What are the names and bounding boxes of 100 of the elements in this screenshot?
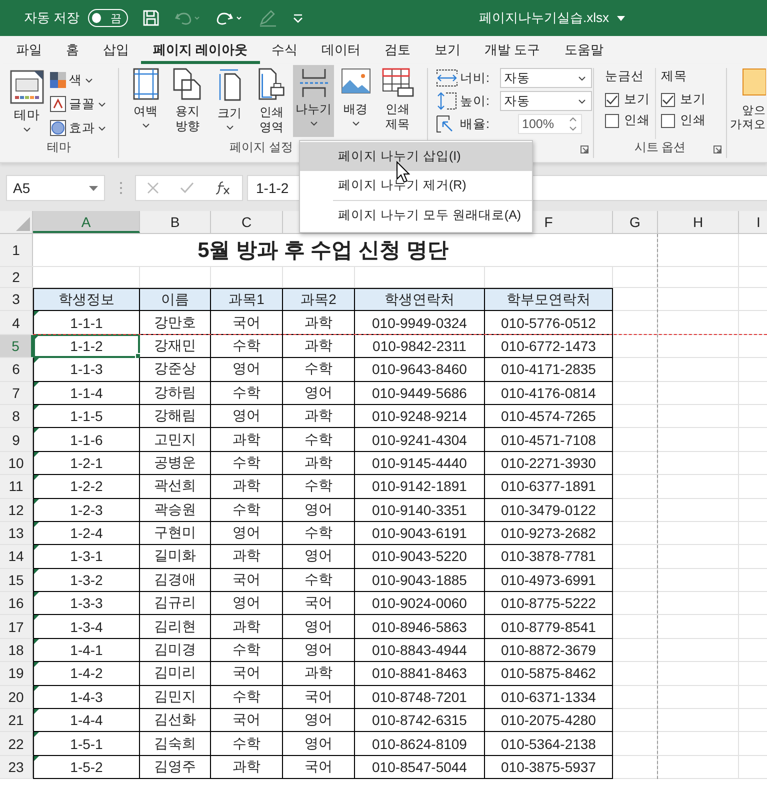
table-cell: 영어 — [283, 498, 355, 522]
table-cell: 1-1-3 — [33, 358, 140, 382]
table-cell: 010-5776-0512 — [485, 311, 613, 335]
table-cell: 국어 — [211, 311, 283, 335]
table-cell: 영어 — [283, 709, 355, 732]
table-cell: 010-3479-0122 — [485, 498, 613, 522]
table-cell: 국어 — [283, 756, 355, 780]
table-cell: 010-2075-4280 — [485, 709, 613, 732]
header-cell: 과목1 — [211, 288, 283, 312]
table-cell: 010-4176-0814 — [485, 382, 613, 405]
table-cell: 영어 — [211, 404, 283, 428]
table-cell: 공병운 — [140, 452, 211, 476]
table-cell: 1-5-2 — [33, 756, 140, 780]
table-cell: 수학 — [283, 358, 355, 382]
table-cell: 010-4571-7108 — [485, 428, 613, 452]
table-cell: 010-9140-3351 — [355, 498, 485, 522]
table-cell: 1-2-2 — [33, 475, 140, 499]
table-cell: 과학 — [283, 452, 355, 476]
table-cell: 1-1-6 — [33, 428, 140, 452]
table-cell: 강하림 — [140, 382, 211, 405]
table-cell: 010-9949-0324 — [355, 311, 485, 335]
table-cell: 수학 — [283, 522, 355, 546]
table-cell: 과학 — [211, 475, 283, 499]
table-cell: 010-8872-3679 — [485, 638, 613, 662]
table-cell: 010-2271-3930 — [485, 452, 613, 476]
option-heading: 제목 — [661, 68, 688, 85]
table-cell: 영어 — [283, 382, 355, 405]
header-cell: 학생정보 — [33, 288, 140, 312]
table-cell: 010-9842-2311 — [355, 334, 485, 358]
table-cell: 과학 — [211, 615, 283, 639]
table-cell: 국어 — [283, 592, 355, 616]
table-cell: 1-1-4 — [33, 382, 140, 405]
table-cell: 강만호 — [140, 311, 211, 335]
table-cell: 010-8547-5044 — [355, 756, 485, 780]
table-cell: 곽선희 — [140, 475, 211, 499]
table-cell: 과학 — [211, 756, 283, 780]
table-cell: 영어 — [283, 732, 355, 756]
table-cell: 길미화 — [140, 545, 211, 569]
field-label: 배율: — [460, 116, 490, 132]
table-cell: 1-3-3 — [33, 592, 140, 616]
table-cell: 국어 — [211, 709, 283, 732]
table-cell: 010-9024-0060 — [355, 592, 485, 616]
table-cell: 김민지 — [140, 686, 211, 710]
table-cell: 010-8775-5222 — [485, 592, 613, 616]
table-cell: 1-4-3 — [33, 686, 140, 710]
table-cell: 1-2-4 — [33, 522, 140, 546]
table-cell: 과학 — [283, 662, 355, 686]
field-label: 너비: — [460, 70, 490, 86]
table-cell: 010-6371-1334 — [485, 686, 613, 710]
table-cell: 과학 — [283, 334, 355, 358]
table-cell: 1-2-3 — [33, 498, 140, 522]
table-cell: 010-9043-1885 — [355, 568, 485, 592]
table-cell: 010-5875-8462 — [485, 662, 613, 686]
table-cell: 010-3878-7781 — [485, 545, 613, 569]
table-cell: 김미경 — [140, 638, 211, 662]
table-cell: 강해림 — [140, 404, 211, 428]
table-cell: 수학 — [211, 686, 283, 710]
table-cell: 강준상 — [140, 358, 211, 382]
table-cell: 010-6772-1473 — [485, 334, 613, 358]
table-cell: 영어 — [283, 615, 355, 639]
table-cell: 010-8624-8109 — [355, 732, 485, 756]
table-cell: 010-8748-7201 — [355, 686, 485, 710]
table-cell: 1-4-2 — [33, 662, 140, 686]
table-cell: 1-4-4 — [33, 709, 140, 732]
table-cell: 김규리 — [140, 592, 211, 616]
table-cell: 1-4-1 — [33, 638, 140, 662]
table-cell: 010-8843-4944 — [355, 638, 485, 662]
table-cell: 영어 — [211, 592, 283, 616]
table-cell: 김선화 — [140, 709, 211, 732]
table-cell: 010-9145-4440 — [355, 452, 485, 476]
table-cell: 1-3-1 — [33, 545, 140, 569]
table-cell: 영어 — [283, 638, 355, 662]
table-cell: 010-5364-2138 — [485, 732, 613, 756]
table-cell: 1-2-1 — [33, 452, 140, 476]
table-cell: 과학 — [211, 545, 283, 569]
table-cell: 김리현 — [140, 615, 211, 639]
header-cell: 학부모연락처 — [485, 288, 613, 312]
table-cell: 수학 — [283, 568, 355, 592]
field-label: 높이: — [460, 92, 490, 110]
table-cell: 구현미 — [140, 522, 211, 546]
table-cell: 수학 — [283, 428, 355, 452]
table-cell: 영어 — [211, 358, 283, 382]
table-cell: 김미리 — [140, 662, 211, 686]
table-cell: 수학 — [283, 475, 355, 499]
table-cell: 영어 — [283, 545, 355, 569]
table-cell: 김경애 — [140, 568, 211, 592]
table-cell: 1-5-1 — [33, 732, 140, 756]
table-cell: 010-9449-5686 — [355, 382, 485, 405]
table-cell: 김숙희 — [140, 732, 211, 756]
table-cell: 010-9241-4304 — [355, 428, 485, 452]
table-cell: 수학 — [211, 732, 283, 756]
group-label: 시트 옵션 — [634, 139, 686, 156]
autosave-label: 자동 저장 — [24, 9, 80, 27]
table-cell: 1-1-5 — [33, 404, 140, 428]
header-cell: 과목2 — [283, 288, 355, 312]
table-cell: 010-8841-8463 — [355, 662, 485, 686]
table-cell: 010-4973-6991 — [485, 568, 613, 592]
table-cell: 국어 — [211, 662, 283, 686]
table-cell: 국어 — [283, 686, 355, 710]
group-label: 테마 — [47, 139, 71, 156]
